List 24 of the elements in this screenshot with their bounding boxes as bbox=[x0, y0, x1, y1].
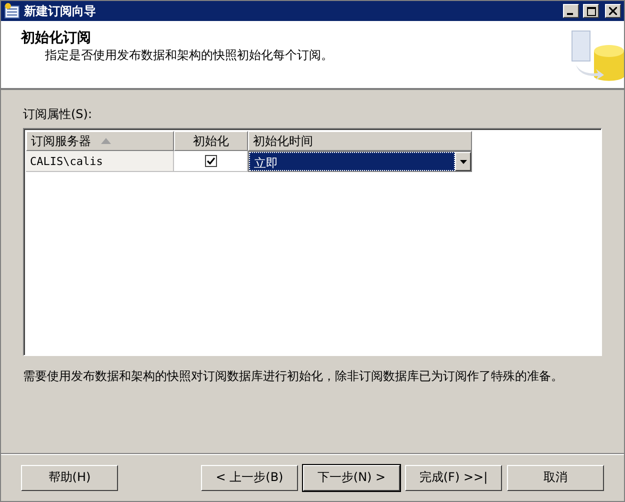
wizard-button[interactable]: 下一步(N) > bbox=[303, 464, 400, 490]
column-header[interactable]: 初始化时间 bbox=[248, 131, 472, 151]
wizard-button[interactable]: 取消 bbox=[507, 464, 604, 490]
initialize-checkbox[interactable] bbox=[204, 155, 216, 167]
column-header[interactable]: 初始化 bbox=[174, 131, 248, 151]
table-cell: CALIS\calis bbox=[26, 151, 174, 172]
column-header[interactable]: 订阅服务器 bbox=[26, 131, 174, 151]
wizard-button[interactable]: < 上一步(B) bbox=[201, 464, 298, 490]
help-button[interactable]: 帮助(H) bbox=[21, 464, 118, 490]
time-dropdown[interactable]: 立即 bbox=[248, 151, 472, 172]
wizard-button[interactable]: 完成(F) >>| bbox=[405, 464, 502, 490]
properties-label: 订阅属性(S): bbox=[23, 106, 92, 123]
note-text: 需要使用发布数据和架构的快照对订阅数据库进行初始化，除非订阅数据库已为订阅作了特殊的准备。 bbox=[23, 368, 564, 385]
page-title: 初始化订阅 bbox=[21, 29, 92, 47]
sort-icon bbox=[101, 138, 111, 144]
dropdown-arrow-icon bbox=[460, 160, 466, 164]
maximize-icon bbox=[586, 6, 596, 16]
maximize-button[interactable] bbox=[583, 4, 599, 18]
close-button[interactable] bbox=[605, 4, 621, 18]
wizard-icon bbox=[4, 3, 20, 19]
window-title: 新建订阅向导 bbox=[24, 2, 97, 20]
page-subtitle: 指定是否使用发布数据和架构的快照初始化每个订阅。 bbox=[44, 47, 334, 64]
close-icon bbox=[609, 7, 617, 15]
minimize-button[interactable] bbox=[563, 4, 579, 18]
